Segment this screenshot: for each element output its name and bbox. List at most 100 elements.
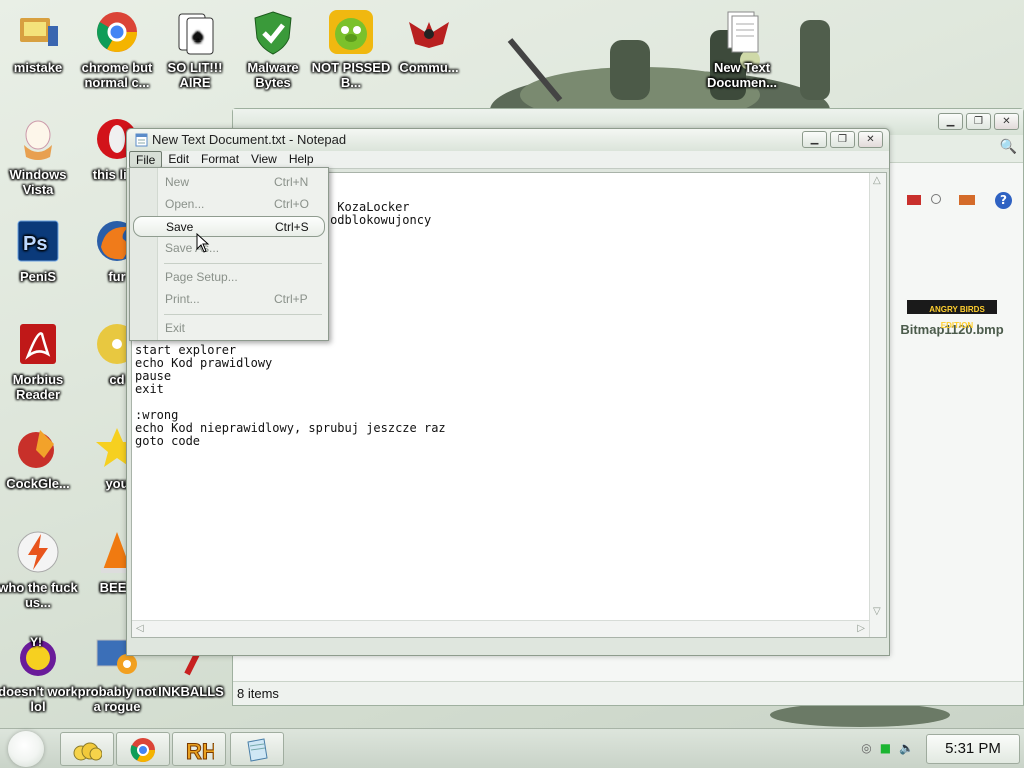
scroll-up-arrow-icon[interactable]: △: [873, 176, 881, 186]
desktop-icon-label: Malware Bytes: [247, 60, 299, 90]
radio-dot-icon[interactable]: [931, 194, 941, 204]
desktop-icon[interactable]: Malware Bytes: [231, 8, 315, 90]
menu-item-save-as[interactable]: Save As...: [133, 238, 325, 259]
horizontal-scrollbar[interactable]: ◁ ▷: [132, 620, 869, 637]
scroll-right-arrow-icon[interactable]: ▷: [857, 624, 865, 634]
desktop-icon-label: NOT PISSED B...: [311, 60, 391, 90]
notepad-title: New Text Document.txt - Notepad: [152, 132, 347, 147]
desktop-icon[interactable]: NOT PISSED B...: [309, 8, 393, 90]
desktop-icon-label: Morbius Reader: [12, 372, 64, 402]
menu-item-page-setup[interactable]: Page Setup...: [133, 267, 325, 288]
yahoo-messenger-icon: Y!: [14, 632, 62, 680]
desktop-icon[interactable]: Commu...: [387, 8, 471, 75]
maximize-button[interactable]: ❐: [966, 113, 991, 130]
notepad-icon: [135, 133, 148, 147]
shield-icon: [249, 8, 297, 56]
bitmap-file[interactable]: ANGRY BIRDS EDITION Bitmap1120.bmp: [900, 300, 1004, 338]
chrome-icon: [93, 8, 141, 56]
desktop-icon-label: New Text Documen...: [706, 60, 778, 90]
desktop-icon-label: probably not a rogue: [77, 684, 157, 714]
chrome-icon: [130, 738, 155, 763]
desktop-icon-label: doesn't work lol: [0, 684, 78, 714]
pdf-icon: [14, 320, 62, 368]
desktop-icon[interactable]: New Text Documen...: [700, 8, 784, 90]
desktop-icon[interactable]: ♠ SO LIT!!! AIRE: [153, 8, 237, 90]
svg-text:Y!: Y!: [30, 635, 42, 649]
start-button[interactable]: [8, 731, 44, 767]
svg-text:RH: RH: [186, 739, 214, 764]
scroll-down-arrow-icon[interactable]: ▽: [873, 607, 881, 617]
item-count: 8 items: [237, 686, 279, 701]
desktop-icon-label: INKBALLS: [158, 684, 224, 699]
taskbar: RH ◎ ■ 🔈 5:31 PM: [0, 728, 1024, 768]
desktop-icon[interactable]: Morbius Reader: [0, 320, 80, 402]
desktop-icon[interactable]: Y! doesn't work lol: [0, 632, 80, 714]
angry-birds-pig-icon: [327, 8, 375, 56]
notepad-icon: [247, 738, 268, 762]
rh-icon: RH: [186, 739, 215, 765]
desktop-icon[interactable]: who the fuck us...: [0, 528, 80, 610]
eagle-emblem-icon: [405, 8, 453, 56]
desktop-icon[interactable]: CockGle...: [0, 424, 80, 491]
desktop-icon-label: SO LIT!!! AIRE: [167, 60, 223, 90]
notepad-window-controls: ▁ ❐ ✕: [802, 131, 883, 148]
menu-help[interactable]: Help: [283, 151, 320, 168]
volume-icon[interactable]: 🔈: [899, 741, 914, 755]
system-tray: ◎ ■ 🔈: [861, 741, 914, 755]
mouse-cursor-icon: [196, 233, 210, 253]
wallpaper-scenery: [490, 20, 830, 120]
menu-item-save[interactable]: Save Ctrl+S: [133, 216, 325, 237]
explorer-toolbar: ?: [893, 189, 1023, 213]
taskbar-chrome-button[interactable]: [116, 732, 170, 766]
bitmap-thumbnail-icon: ANGRY BIRDS EDITION: [907, 300, 997, 330]
explorer-icon: [73, 742, 102, 761]
desktop-icon[interactable]: Ps PeniS: [0, 217, 80, 284]
minimize-button[interactable]: ▁: [802, 131, 827, 148]
desktop-icon-label: CockGle...: [6, 476, 70, 491]
taskbar-notepad-button[interactable]: [230, 732, 284, 766]
desktop-icon[interactable]: chrome but normal c...: [75, 8, 159, 90]
ccleaner-icon: [14, 424, 62, 472]
network-icon[interactable]: ■: [880, 741, 891, 755]
menu-separator: [164, 263, 322, 264]
close-button[interactable]: ✕: [858, 131, 883, 148]
orange-folder-icon[interactable]: [959, 195, 975, 205]
file-dropdown-menu: New Ctrl+N Open... Ctrl+O Save Ctrl+S Sa…: [129, 167, 329, 341]
taskbar-rh-button[interactable]: RH: [172, 732, 226, 766]
help-icon[interactable]: ?: [995, 192, 1012, 209]
red-folder-icon[interactable]: [907, 195, 921, 205]
desktop-icon-label: chrome but normal c...: [81, 60, 153, 90]
desktop-icon-label: Commu...: [399, 60, 459, 75]
taskbar-clock[interactable]: 5:31 PM: [926, 734, 1020, 764]
menu-format[interactable]: Format: [195, 151, 245, 168]
maximize-button[interactable]: ❐: [830, 131, 855, 148]
computer-icon: [14, 8, 62, 56]
close-button[interactable]: ✕: [994, 113, 1019, 130]
desktop-icon[interactable]: mistake: [0, 8, 80, 75]
menu-view[interactable]: View: [245, 151, 283, 168]
explorer-status-bar: 8 items: [233, 681, 1023, 705]
desktop-icon[interactable]: Windows Vista: [0, 115, 80, 197]
taskbar-explorer-button[interactable]: [60, 732, 114, 766]
search-icon[interactable]: 🔍: [1000, 139, 1017, 155]
menu-file[interactable]: File: [129, 151, 163, 168]
menu-item-new[interactable]: New Ctrl+N: [133, 172, 325, 193]
menu-edit[interactable]: Edit: [162, 151, 195, 168]
desktop-icon-label: PeniS: [19, 269, 57, 284]
minimize-button[interactable]: ▁: [938, 113, 963, 130]
notepad-titlebar[interactable]: New Text Document.txt - Notepad ▁ ❐ ✕: [127, 129, 889, 151]
menu-item-print[interactable]: Print... Ctrl+P: [133, 289, 325, 310]
lightning-icon: [14, 528, 62, 576]
desktop-icon-label: Windows Vista: [9, 167, 67, 197]
menu-item-open[interactable]: Open... Ctrl+O: [133, 194, 325, 215]
desktop-icon-label: mistake: [13, 60, 63, 75]
text-document-icon: [718, 8, 766, 56]
explorer-window-controls: ▁ ❐ ✕: [938, 113, 1019, 130]
vertical-scrollbar[interactable]: △ ▽: [869, 173, 886, 637]
svg-text:Ps: Ps: [23, 233, 47, 255]
solitaire-icon: ♠: [171, 8, 219, 56]
scroll-left-arrow-icon[interactable]: ◁: [136, 624, 144, 634]
menu-separator: [164, 314, 322, 315]
menu-item-exit[interactable]: Exit: [133, 318, 325, 339]
action-center-icon[interactable]: ◎: [861, 741, 871, 755]
